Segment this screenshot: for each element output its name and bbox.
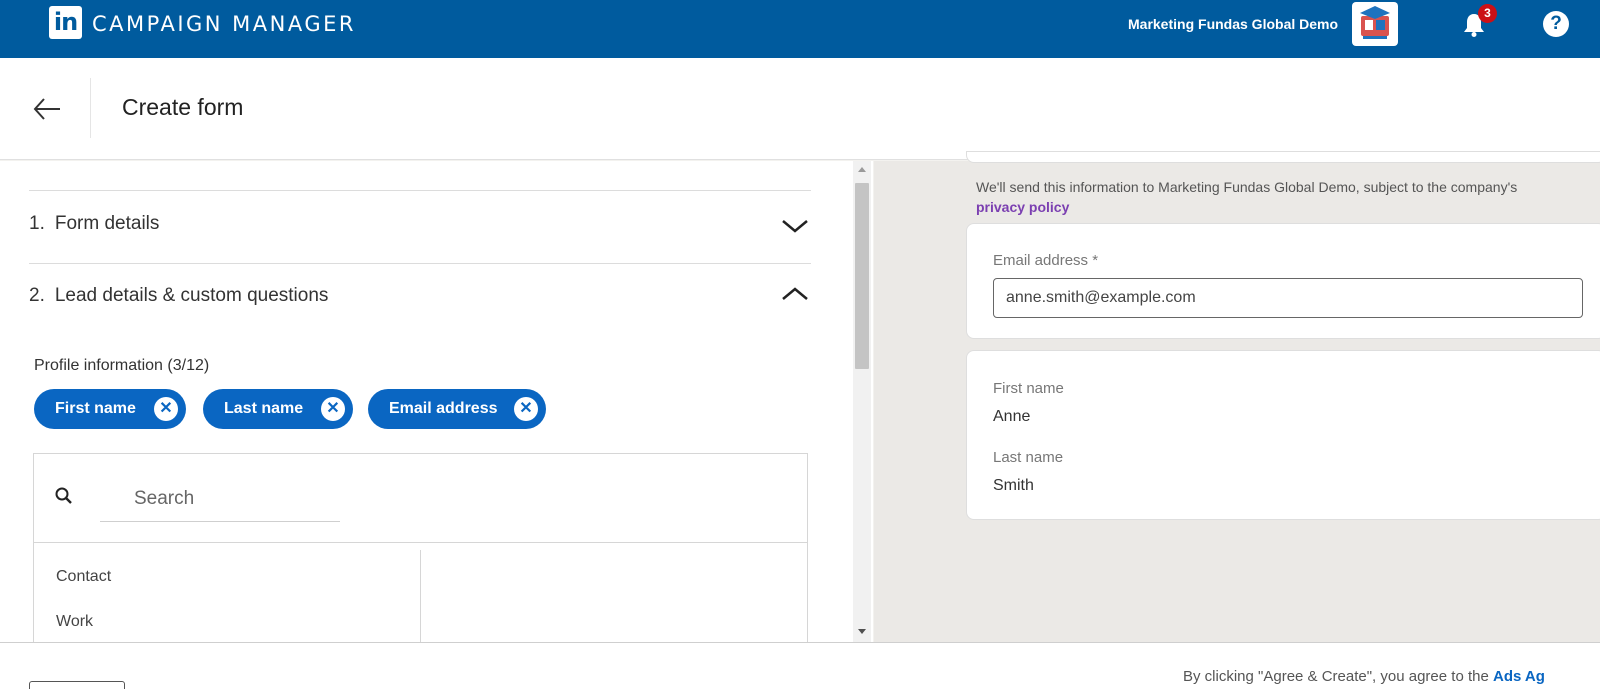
cancel-button[interactable] (29, 681, 125, 689)
remove-chip-icon[interactable]: ✕ (154, 397, 178, 421)
section-divider (29, 190, 811, 191)
email-field-label: Email address * (993, 252, 1099, 269)
profile-information-label: Profile information (3/12) (34, 357, 210, 374)
linkedin-logo-icon[interactable]: in (49, 6, 82, 39)
section-title: Form details (54, 213, 160, 234)
page-title: Create form (122, 94, 244, 120)
chip-first-name[interactable]: First name ✕ (34, 389, 186, 429)
chevron-up-icon[interactable] (781, 285, 809, 303)
email-field[interactable]: anne.smith@example.com (993, 278, 1583, 318)
chip-email-address[interactable]: Email address ✕ (368, 389, 546, 429)
page-header: Create form (0, 58, 1600, 160)
notification-badge[interactable]: 3 (1478, 4, 1497, 23)
email-field-card: Email address * anne.smith@example.com (966, 223, 1600, 339)
last-name-value: Smith (993, 477, 1034, 494)
help-icon[interactable]: ? (1543, 11, 1569, 37)
app-title: CAMPAIGN MANAGER (92, 12, 357, 36)
section-lead-details-header[interactable]: 2. Lead details & custom questions (29, 285, 328, 307)
scroll-up-arrow-icon[interactable] (858, 167, 866, 172)
last-name-label: Last name (993, 449, 1064, 466)
footer-bar: By clicking "Agree & Create", you agree … (0, 642, 1600, 689)
chip-label: Last name (224, 400, 304, 417)
form-builder-panel: 1. Form details 2. Lead details & custom q… (0, 161, 873, 642)
section-form-details-header[interactable]: 1. Form details (29, 213, 159, 235)
first-name-label: First name (993, 380, 1064, 397)
search-icon (54, 486, 74, 506)
privacy-policy-link[interactable]: privacy policy (976, 199, 1069, 215)
preview-card (966, 151, 1600, 163)
search-input[interactable] (100, 476, 340, 522)
picker-divider (34, 542, 807, 543)
profile-field-picker: Contact Work (33, 453, 808, 642)
remove-chip-icon[interactable]: ✕ (321, 397, 345, 421)
section-number: 2. (29, 285, 45, 306)
consent-text: We'll send this information to Marketing… (976, 179, 1518, 215)
scrollbar[interactable] (853, 161, 871, 642)
scroll-thumb[interactable] (855, 183, 869, 369)
section-title: Lead details & custom questions (54, 285, 329, 306)
scroll-down-arrow-icon[interactable] (858, 629, 866, 634)
ads-agreement-link[interactable]: Ads Ag (1493, 668, 1545, 685)
header-divider (90, 78, 91, 138)
agree-disclaimer: By clicking "Agree & Create", you agree … (1183, 668, 1545, 685)
section-number: 1. (29, 213, 45, 234)
section-divider (29, 263, 811, 264)
chip-last-name[interactable]: Last name ✕ (203, 389, 353, 429)
chip-label: Email address (389, 400, 498, 417)
form-preview-panel: We'll send this information to Marketing… (874, 151, 1600, 642)
account-name[interactable]: Marketing Fundas Global Demo (1128, 16, 1338, 32)
chevron-down-icon[interactable] (781, 217, 809, 235)
name-fields-card: First name Anne Last name Smith (966, 350, 1600, 520)
category-work[interactable]: Work (56, 613, 93, 631)
first-name-value: Anne (993, 408, 1031, 425)
back-arrow-icon[interactable] (32, 94, 62, 124)
account-logo-icon[interactable] (1352, 2, 1398, 46)
chip-label: First name (55, 400, 136, 417)
top-navigation-bar: in CAMPAIGN MANAGER Marketing Fundas Glo… (0, 0, 1600, 58)
picker-column-divider (420, 550, 421, 642)
category-contact[interactable]: Contact (56, 568, 111, 586)
remove-chip-icon[interactable]: ✕ (514, 397, 538, 421)
